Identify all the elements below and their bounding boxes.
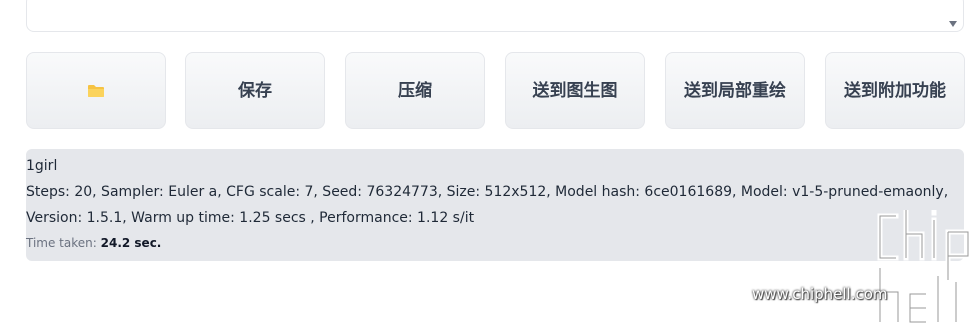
time-taken-value: 24.2 sec. bbox=[100, 236, 162, 250]
save-button[interactable]: 保存 bbox=[185, 52, 325, 129]
scroll-down-arrow-icon[interactable] bbox=[949, 21, 957, 27]
watermark-url: www.chiphell.com bbox=[752, 285, 888, 303]
generation-params-text: Steps: 20, Sampler: Euler a, CFG scale: … bbox=[26, 184, 949, 226]
zip-button[interactable]: 压缩 bbox=[345, 52, 485, 129]
prompt-text: 1girl bbox=[26, 158, 58, 174]
send-to-inpaint-label: 送到局部重绘 bbox=[684, 80, 786, 101]
send-to-img2img-label: 送到图生图 bbox=[532, 80, 618, 101]
output-textarea[interactable] bbox=[26, 0, 964, 32]
send-to-extras-button[interactable]: 送到附加功能 bbox=[825, 52, 965, 129]
chiphell-logo bbox=[877, 210, 971, 325]
send-to-img2img-button[interactable]: 送到图生图 bbox=[505, 52, 645, 129]
generation-output-panel: 保存 压缩 送到图生图 送到局部重绘 送到附加功能 1girl Steps: 2… bbox=[0, 0, 980, 330]
zip-button-label: 压缩 bbox=[398, 80, 432, 101]
time-taken-label: Time taken: bbox=[26, 236, 97, 250]
send-to-extras-label: 送到附加功能 bbox=[844, 80, 946, 101]
send-to-inpaint-button[interactable]: 送到局部重绘 bbox=[665, 52, 805, 129]
generation-info: 1girl Steps: 20, Sampler: Euler a, CFG s… bbox=[26, 149, 964, 261]
save-button-label: 保存 bbox=[238, 80, 272, 101]
open-folder-button[interactable] bbox=[26, 52, 166, 129]
folder-icon bbox=[88, 84, 104, 97]
time-taken: Time taken: 24.2 sec. bbox=[26, 233, 954, 253]
